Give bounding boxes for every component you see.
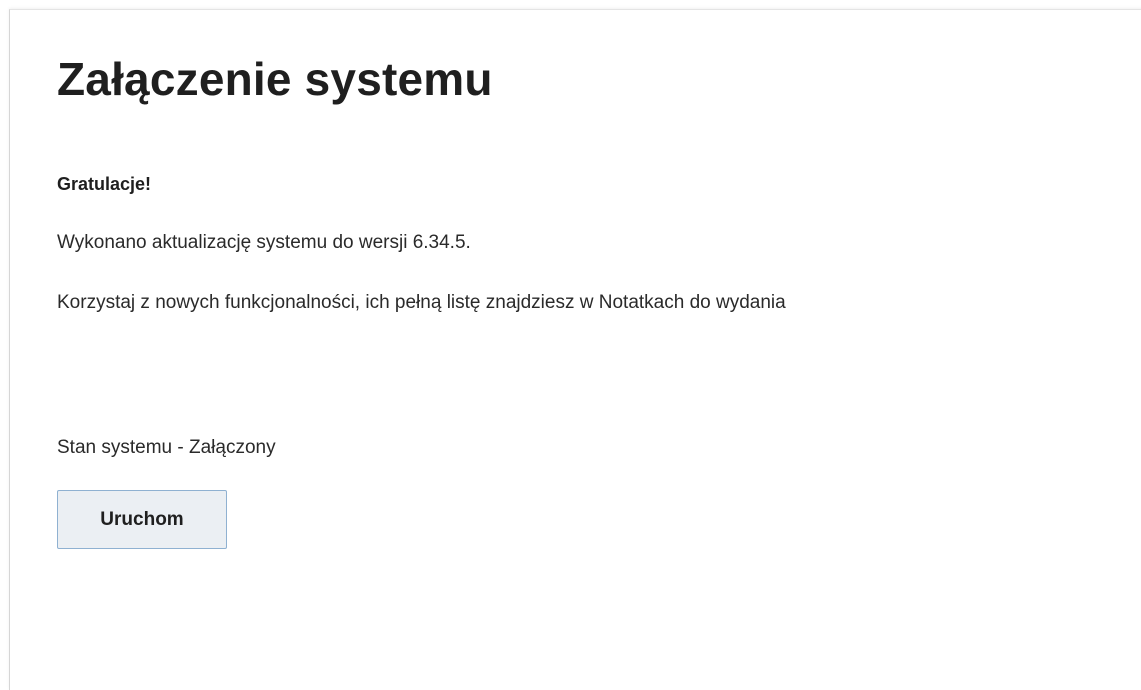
run-button[interactable]: Uruchom [57, 490, 227, 549]
page-title: Załączenie systemu [57, 53, 493, 105]
system-status-text: Stan systemu - Załączony [57, 437, 276, 458]
congrats-heading: Gratulacje! [57, 174, 152, 194]
content-panel [9, 9, 1141, 690]
new-features-text: Korzystaj z nowych funkcjonalności, ich … [57, 292, 786, 313]
update-version-text: Wykonano aktualizację systemu do wersji … [57, 232, 471, 253]
